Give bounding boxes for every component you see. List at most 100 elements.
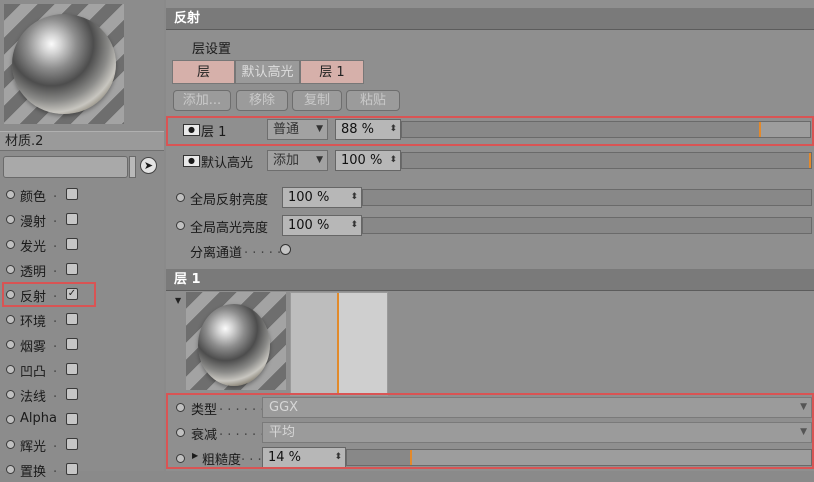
material-preview[interactable] bbox=[4, 4, 124, 124]
animate-radio-icon[interactable] bbox=[6, 265, 15, 274]
channel-item[interactable]: Alpha bbox=[0, 407, 164, 432]
global-specular-slider[interactable] bbox=[362, 217, 812, 234]
animate-radio-icon[interactable] bbox=[6, 465, 15, 474]
animate-radio-icon[interactable] bbox=[176, 454, 185, 463]
channel-item[interactable]: 环境. bbox=[0, 307, 164, 332]
type-dropdown[interactable]: GGX ▼ bbox=[262, 397, 812, 418]
type-value: GGX bbox=[269, 400, 299, 415]
channel-label: 发光 bbox=[20, 240, 47, 255]
layer-strength-field[interactable]: 100 % ⬍ bbox=[335, 150, 401, 171]
animate-radio-icon[interactable] bbox=[6, 390, 15, 399]
roughness-value: 14 % bbox=[268, 450, 302, 465]
channel-item[interactable]: 漫射. bbox=[0, 207, 164, 232]
channel-item[interactable]: 凹凸. bbox=[0, 357, 164, 382]
animate-radio-icon[interactable] bbox=[6, 315, 15, 324]
channel-item[interactable]: 烟雾. bbox=[0, 332, 164, 357]
animate-radio-icon[interactable] bbox=[6, 365, 15, 374]
global-reflection-slider[interactable] bbox=[362, 189, 812, 206]
chevron-down-icon: ▼ bbox=[800, 402, 807, 412]
layer-preview[interactable] bbox=[186, 292, 286, 390]
animate-radio-icon[interactable] bbox=[6, 290, 15, 299]
animate-radio-icon[interactable] bbox=[176, 193, 185, 202]
slider-fill bbox=[363, 218, 811, 233]
channel-item[interactable]: 颜色. bbox=[0, 182, 164, 207]
spinner-icon: ⬍ bbox=[389, 155, 397, 165]
channel-checkbox[interactable] bbox=[66, 463, 78, 475]
animate-radio-icon[interactable] bbox=[6, 190, 15, 199]
layer-name[interactable]: 层 1 bbox=[201, 121, 226, 140]
material-link-field[interactable] bbox=[3, 156, 128, 178]
animate-radio-icon[interactable] bbox=[6, 440, 15, 449]
channel-item[interactable]: 辉光. bbox=[0, 432, 164, 457]
visibility-eye-icon[interactable]: ● bbox=[183, 155, 200, 167]
channel-item[interactable]: 法线. bbox=[0, 382, 164, 407]
collapse-triangle-icon[interactable]: ▼ bbox=[175, 296, 181, 305]
animate-radio-icon[interactable] bbox=[6, 340, 15, 349]
spinner-icon: ⬍ bbox=[350, 220, 358, 230]
channel-dots: . bbox=[53, 461, 59, 476]
material-link-spinner[interactable] bbox=[129, 156, 136, 178]
channel-checkbox[interactable] bbox=[66, 438, 78, 450]
channel-checkbox[interactable] bbox=[66, 388, 78, 400]
global-reflection-label: 全局反射亮度 bbox=[190, 193, 269, 208]
chevron-down-icon: ▼ bbox=[316, 155, 323, 165]
channel-checkbox[interactable] bbox=[66, 338, 78, 350]
animate-radio-icon[interactable] bbox=[6, 415, 15, 424]
slider-handle[interactable] bbox=[809, 153, 811, 168]
channel-checkbox[interactable]: ✓ bbox=[66, 288, 78, 300]
animate-radio-icon[interactable] bbox=[6, 215, 15, 224]
channel-checkbox[interactable] bbox=[66, 213, 78, 225]
expand-triangle-icon[interactable]: ▶ bbox=[192, 451, 198, 460]
channel-item[interactable]: 透明. bbox=[0, 257, 164, 282]
attenuation-dropdown[interactable]: 平均 ▼ bbox=[262, 422, 812, 443]
roughness-field[interactable]: 14 % ⬍ bbox=[262, 447, 346, 468]
channel-checkbox[interactable] bbox=[66, 413, 78, 425]
global-reflection-field[interactable]: 100 % ⬍ bbox=[282, 187, 362, 208]
channel-dots: . bbox=[53, 286, 59, 301]
add-layer-button[interactable]: 添加... bbox=[173, 90, 231, 111]
roughness-slider[interactable] bbox=[346, 449, 812, 466]
slider-handle[interactable] bbox=[759, 122, 761, 137]
visibility-eye-icon[interactable]: ● bbox=[183, 124, 200, 136]
spinner-icon: ⬍ bbox=[389, 124, 397, 134]
pick-arrow-icon[interactable]: ➤ bbox=[140, 157, 157, 174]
channel-checkbox[interactable] bbox=[66, 238, 78, 250]
animate-radio-icon[interactable] bbox=[6, 240, 15, 249]
remove-layer-button[interactable]: 移除 bbox=[236, 90, 288, 111]
copy-layer-button[interactable]: 复制 bbox=[292, 90, 342, 111]
layer-blend-mode-dropdown[interactable]: 普通 ▼ bbox=[267, 119, 328, 140]
tab-layers[interactable]: 层 bbox=[172, 60, 235, 84]
animate-radio-icon[interactable] bbox=[176, 403, 185, 412]
global-specular-field[interactable]: 100 % ⬍ bbox=[282, 215, 362, 236]
layer-strength-field[interactable]: 88 % ⬍ bbox=[335, 119, 401, 140]
layer-name[interactable]: 默认高光 bbox=[201, 152, 253, 171]
animate-radio-icon[interactable] bbox=[176, 221, 185, 230]
roughness-label: 粗糙度 bbox=[202, 453, 242, 468]
global-specular-value: 100 % bbox=[288, 218, 330, 233]
channel-dots: . bbox=[53, 336, 59, 351]
channel-item[interactable]: 发光. bbox=[0, 232, 164, 257]
attenuation-value: 平均 bbox=[269, 425, 296, 440]
channel-checkbox[interactable] bbox=[66, 188, 78, 200]
channel-item[interactable]: 反射. ✓ bbox=[0, 282, 164, 307]
chevron-down-icon: ▼ bbox=[316, 124, 323, 134]
slider-handle[interactable] bbox=[410, 450, 412, 465]
reflect-section-title: 反射 bbox=[166, 8, 814, 30]
tab-layer-1[interactable]: 层 1 bbox=[300, 60, 364, 84]
separate-pass-checkbox[interactable] bbox=[280, 244, 291, 255]
channel-dots: . bbox=[53, 386, 59, 401]
chevron-down-icon: ▼ bbox=[800, 427, 807, 437]
layer-strength-slider[interactable] bbox=[401, 152, 812, 169]
layer-blend-mode-dropdown[interactable]: 添加 ▼ bbox=[267, 150, 328, 171]
channel-checkbox[interactable] bbox=[66, 313, 78, 325]
layer-strength-slider[interactable] bbox=[401, 121, 811, 138]
tab-default-specular[interactable]: 默认高光 bbox=[235, 60, 300, 84]
paste-layer-button[interactable]: 粘贴 bbox=[346, 90, 400, 111]
channel-checkbox[interactable] bbox=[66, 263, 78, 275]
channel-checkbox[interactable] bbox=[66, 363, 78, 375]
animate-radio-icon[interactable] bbox=[176, 428, 185, 437]
material-name[interactable]: 材质.2 bbox=[0, 131, 164, 151]
channel-label: 颜色 bbox=[20, 190, 47, 205]
channel-item[interactable]: 置换. bbox=[0, 457, 164, 482]
channel-dots: . bbox=[53, 436, 59, 451]
